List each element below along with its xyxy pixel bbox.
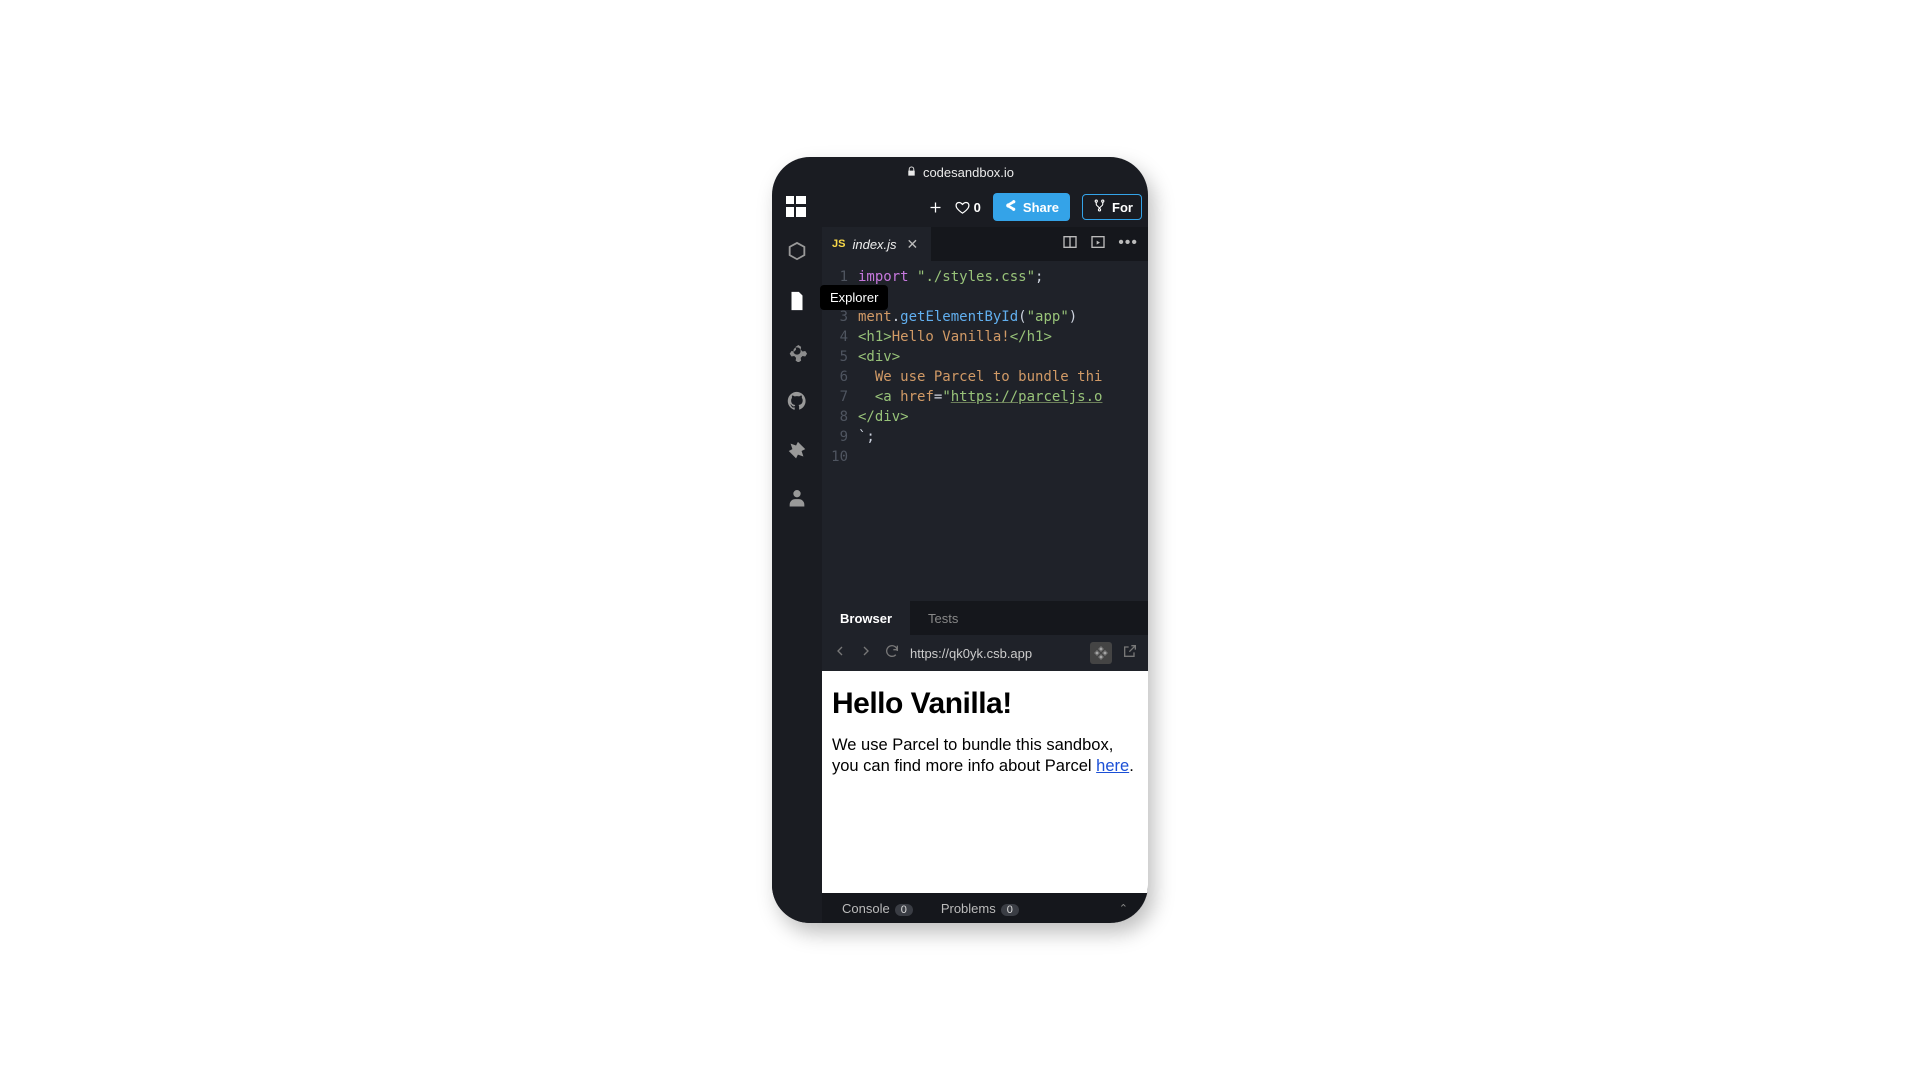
open-external-icon[interactable] — [1122, 643, 1138, 664]
tab-filename: index.js — [852, 237, 896, 252]
explorer-tooltip: Explorer — [820, 285, 888, 310]
share-label: Share — [1023, 200, 1059, 215]
js-file-icon: JS — [832, 238, 845, 250]
settings-icon[interactable] — [785, 339, 809, 363]
structure-icon[interactable] — [1090, 642, 1112, 664]
deploy-icon[interactable] — [785, 439, 809, 463]
more-actions-icon[interactable]: ••• — [1118, 234, 1138, 255]
tab-tests[interactable]: Tests — [910, 601, 976, 635]
page-host: codesandbox.io — [923, 165, 1014, 180]
problems-badge: 0 — [1001, 904, 1019, 916]
device-frame: codesandbox.io 0 Share For — [772, 157, 1148, 923]
tab-browser[interactable]: Browser — [822, 601, 910, 635]
tab-index-js[interactable]: JS index.js ✕ — [822, 227, 931, 261]
preview-urlbar: https://qk0yk.csb.app — [822, 635, 1148, 671]
console-badge: 0 — [895, 904, 913, 916]
editor-tabbar: JS index.js ✕ ••• — [822, 227, 1148, 261]
live-icon[interactable] — [785, 489, 809, 513]
github-icon[interactable] — [785, 389, 809, 413]
like-button[interactable]: 0 — [955, 200, 981, 215]
preview-pane: Hello Vanilla! We use Parcel to bundle t… — [822, 671, 1148, 923]
preview-link[interactable]: here — [1096, 757, 1129, 775]
share-button[interactable]: Share — [993, 193, 1070, 221]
add-button[interactable] — [928, 200, 943, 215]
split-editor-icon[interactable] — [1062, 234, 1078, 255]
bottom-panel[interactable]: Console0 Problems0 ⌃ — [822, 893, 1148, 923]
code-editor[interactable]: 1import "./styles.css";23ment.getElement… — [822, 261, 1148, 601]
preview-heading: Hello Vanilla! — [832, 687, 1138, 721]
nav-forward-icon[interactable] — [858, 643, 874, 664]
preview-paragraph: We use Parcel to bundle this sandbox, yo… — [832, 735, 1138, 778]
activity-bar: Explorer — [772, 227, 822, 923]
sandbox-icon[interactable] — [785, 239, 809, 263]
reload-icon[interactable] — [884, 643, 900, 664]
console-tab[interactable]: Console0 — [842, 901, 913, 916]
explorer-icon[interactable] — [785, 289, 809, 313]
codesandbox-logo[interactable] — [786, 196, 808, 218]
problems-tab[interactable]: Problems0 — [941, 901, 1019, 916]
fork-label: For — [1112, 200, 1133, 215]
fork-button[interactable]: For — [1082, 194, 1142, 220]
preview-tabs: Browser Tests — [822, 601, 1148, 635]
nav-back-icon[interactable] — [832, 643, 848, 664]
preview-url[interactable]: https://qk0yk.csb.app — [910, 646, 1080, 661]
like-count: 0 — [974, 200, 981, 215]
fork-icon — [1093, 199, 1106, 215]
browser-address-bar: codesandbox.io — [772, 157, 1148, 187]
preview-pane-icon[interactable] — [1090, 234, 1106, 255]
app-topbar: 0 Share For — [772, 187, 1148, 227]
lock-icon — [906, 165, 917, 180]
expand-panel-icon[interactable]: ⌃ — [1119, 902, 1128, 915]
close-tab-icon[interactable]: ✕ — [904, 236, 922, 253]
share-icon — [1004, 199, 1017, 215]
